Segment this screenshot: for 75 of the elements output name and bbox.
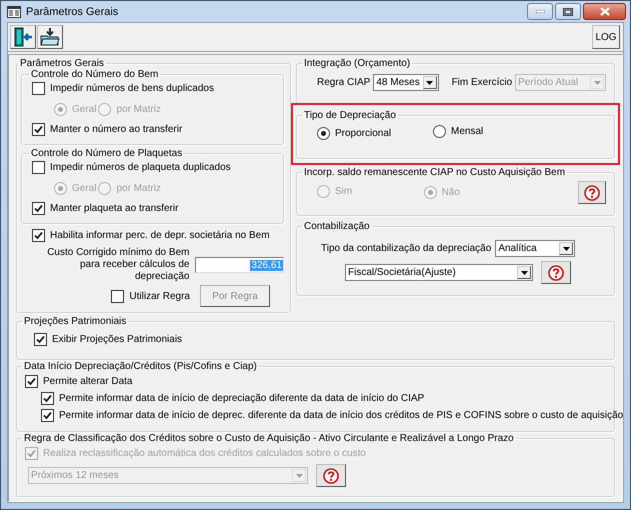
dropdown-button[interactable] [422, 76, 437, 89]
door-arrow-icon [13, 27, 33, 47]
radio-label: por Matriz [116, 182, 161, 194]
group-title: Parâmetros Gerais [19, 58, 105, 69]
radio-label: Geral [72, 182, 96, 194]
radio-label: Não [442, 187, 460, 198]
help-button[interactable] [578, 181, 606, 204]
field-label: Fim Exercício [452, 77, 512, 88]
field-label: Regra CIAP [317, 77, 370, 88]
group-title: Projeções Patrimoniais [23, 316, 128, 327]
checkbox-label: Permite informar data de início de deprec. diferente da data de início dos créditos de PIS e COFINS sobre o custo de aquisição [59, 410, 624, 421]
caret-icon [594, 80, 600, 84]
dropdown[interactable]: 48 Meses [373, 74, 439, 91]
dropdown-button[interactable] [559, 242, 574, 255]
dropdown-button[interactable] [517, 266, 531, 279]
maximize-icon [563, 8, 573, 16]
radio-label: Mensal [451, 126, 484, 137]
help-button[interactable] [541, 261, 571, 284]
log-button[interactable]: LOG [592, 25, 620, 49]
caret-icon [426, 80, 434, 84]
checkbox[interactable] [32, 229, 45, 242]
checkbox-label: Utilizar Regra [129, 290, 190, 302]
group-title: Data Início Depreciação/Créditos (Pis/Cofins e Ciap) [23, 361, 258, 372]
radio-button[interactable] [433, 125, 446, 138]
minimize-icon [536, 10, 544, 13]
caret-icon [520, 270, 528, 274]
group-title: Incorp. saldo remanescente CIAP no Custo Aquisição Bem [303, 167, 566, 178]
checkbox-label: Permite informar data de início de depreciação diferente da data de início do CIAP [59, 393, 424, 404]
checkbox[interactable] [25, 375, 38, 388]
checkbox[interactable] [32, 82, 45, 95]
checkbox-label: Permite alterar Data [43, 376, 132, 387]
close-button[interactable] [583, 3, 626, 20]
exit-button[interactable] [10, 25, 36, 49]
radio-label: Proporcional [335, 128, 392, 138]
checkbox[interactable] [32, 202, 45, 215]
checkbox-label: Realiza reclassificação automática dos créditos calculados sobre o custo [43, 448, 366, 459]
dropdown[interactable]: Fiscal/Societária(Ajuste) [345, 264, 533, 281]
caret-icon [296, 474, 302, 478]
radio-label: por Matriz [116, 104, 161, 114]
checkbox-label: Habilita informar perc. de depr. societária no Bem [50, 230, 270, 241]
minimize-button[interactable] [527, 3, 553, 20]
help-icon [548, 264, 564, 280]
radio-label: Geral [72, 104, 96, 114]
checkbox[interactable] [41, 409, 54, 422]
checkbox-label: Manter plaqueta ao transferir [50, 203, 178, 214]
folder-arrow-icon [40, 27, 60, 47]
group-title: Controle do Número de Plaquetas [30, 148, 184, 159]
form-icon [7, 6, 21, 18]
checkbox[interactable] [41, 392, 54, 405]
help-button[interactable] [316, 464, 346, 487]
radio-label: Sim [335, 186, 352, 196]
maximize-button[interactable] [555, 3, 581, 20]
group-title: Regra de Classificação dos Créditos sobre o Custo de Aquisição - Ativo Circulante e Realizável a Longo Prazo [23, 433, 515, 444]
checkbox[interactable] [32, 123, 45, 136]
window-title: Parâmetros Gerais [26, 6, 118, 18]
radio-button[interactable] [317, 126, 330, 140]
group-title: Controle do Número do Bem [30, 69, 160, 80]
help-icon [323, 468, 339, 484]
field-label: Tipo da contabilização da depreciação [321, 243, 492, 254]
dropdown[interactable]: Analítica [495, 240, 576, 257]
checkbox[interactable] [32, 161, 45, 174]
checkbox-label: Impedir números de plaqueta duplicados [50, 162, 231, 173]
checkbox-label: Manter o número ao transferir [50, 124, 182, 135]
caret-icon [562, 246, 570, 250]
close-icon [600, 7, 610, 16]
group-title: Integração (Orçamento) [303, 58, 412, 69]
help-icon [584, 184, 600, 200]
group-title: Tipo de Depreciação [303, 110, 397, 121]
checkbox[interactable] [34, 333, 47, 346]
group-title: Contabilização [303, 221, 371, 232]
field-label: Custo Corrigido mínimo do Bem para receber cálculos de depreciação [46, 247, 190, 283]
import-button[interactable] [37, 25, 63, 49]
checkbox[interactable] [111, 290, 124, 302]
checkbox-label: Exibir Projeções Patrimoniais [52, 334, 182, 345]
checkbox-label: Impedir números de bens duplicados [50, 83, 214, 94]
